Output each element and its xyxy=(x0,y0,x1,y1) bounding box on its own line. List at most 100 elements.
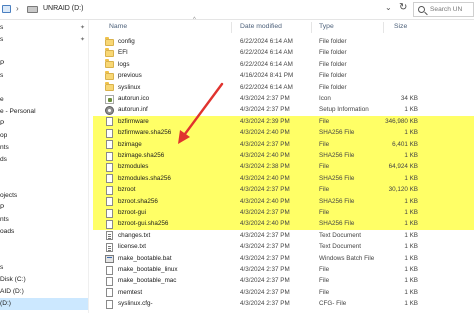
chevron-down-icon[interactable]: ⌄ xyxy=(385,3,392,12)
nav-item[interactable]: ds xyxy=(0,154,88,166)
nav-item-label: nts xyxy=(0,216,9,223)
file-size: 1 KB xyxy=(404,152,418,159)
pin-icon[interactable]: ✦ xyxy=(80,22,85,34)
file-row[interactable]: previous 4/16/2024 8:41 PM File folder xyxy=(93,70,474,81)
nav-item[interactable] xyxy=(0,46,88,58)
file-row[interactable]: bzmodules.sha256 4/3/2024 2:40 PM SHA256 F… xyxy=(93,172,474,185)
breadcrumb-path[interactable]: UNRAID (D:) xyxy=(43,5,83,12)
file-row[interactable]: license.txt 4/3/2024 2:37 PM Text Document… xyxy=(93,241,474,252)
file-type: File xyxy=(319,140,330,148)
file-row[interactable]: syslinux.cfg- 4/3/2024 2:37 PM CFG- File 1 … xyxy=(93,298,474,309)
file-size: 1 KB xyxy=(404,300,418,308)
file-date: 6/22/2024 6:14 AM xyxy=(240,83,293,91)
search-input[interactable]: Search UN xyxy=(413,2,474,17)
nav-item[interactable] xyxy=(0,238,88,250)
nav-item[interactable]: s ✦ xyxy=(0,34,88,46)
file-date: 4/3/2024 2:40 PM xyxy=(240,197,290,205)
nav-item[interactable]: e xyxy=(0,94,88,106)
nav-item[interactable]: e - Personal xyxy=(0,106,88,118)
nav-item-label: AID (D:) xyxy=(0,288,24,295)
nav-item-label: (D:) xyxy=(0,300,11,307)
file-row[interactable]: make_bootable_mac 4/3/2024 2:37 PM File 1 K… xyxy=(93,275,474,286)
column-size[interactable]: Size xyxy=(394,23,407,30)
address-bar[interactable]: › UNRAID (D:) ⌄ ↻ Search UN xyxy=(0,0,474,20)
file-row[interactable]: EFI 6/22/2024 6:14 AM File folder xyxy=(93,47,474,58)
file-date: 4/3/2024 2:37 PM xyxy=(240,231,290,239)
file-row[interactable]: bzmodules 4/3/2024 2:38 PM File 64,924 KB xyxy=(93,161,474,173)
file-row[interactable]: bzroot.sha256 4/3/2024 2:40 PM SHA256 File… xyxy=(93,195,474,207)
file-icon xyxy=(106,151,113,161)
file-row[interactable]: changes.txt 4/3/2024 2:37 PM Text Document… xyxy=(93,230,474,241)
column-type[interactable]: Type xyxy=(319,23,334,30)
file-type: CFG- File xyxy=(319,300,347,308)
file-icon xyxy=(106,265,113,275)
file-date: 4/3/2024 2:40 PM xyxy=(240,174,290,182)
column-date[interactable]: Date modified xyxy=(240,23,282,30)
file-name: bzroot.sha256 xyxy=(118,197,158,205)
nav-item[interactable]: (D:) xyxy=(0,298,88,310)
nav-item-label: nts xyxy=(0,144,9,151)
file-row[interactable]: logs 6/22/2024 6:14 AM File folder xyxy=(93,59,474,70)
folder-icon xyxy=(105,36,114,46)
file-row[interactable]: bzroot-gui 4/3/2024 2:37 PM File 1 KB xyxy=(93,207,474,219)
nav-item[interactable]: P xyxy=(0,58,88,70)
nav-item[interactable] xyxy=(0,178,88,190)
file-row[interactable]: config 6/22/2024 6:14 AM File folder xyxy=(93,36,474,47)
file-name: changes.txt xyxy=(118,231,151,239)
text-file-icon xyxy=(106,242,113,252)
file-row[interactable]: autorun.ico 4/3/2024 2:37 PM Icon 34 KB xyxy=(93,93,474,104)
file-row[interactable]: bzfirmware 4/3/2024 2:39 PM File 346,980 KB xyxy=(93,115,474,128)
file-icon xyxy=(106,140,113,150)
nav-item[interactable]: s ✦ xyxy=(0,22,88,34)
file-row[interactable]: memtest 4/3/2024 2:37 PM File 1 KB xyxy=(93,287,474,298)
this-pc-icon xyxy=(2,5,11,13)
file-date: 6/22/2024 6:14 AM xyxy=(240,49,293,57)
file-row[interactable]: bzimage 4/3/2024 2:37 PM File 6,401 KB xyxy=(93,138,474,150)
file-row[interactable]: make_bootable_linux 4/3/2024 2:37 PM File 1… xyxy=(93,264,474,275)
nav-item[interactable]: Disk (C:) xyxy=(0,274,88,286)
folder-icon xyxy=(105,70,114,80)
file-row[interactable]: autorun.inf 4/3/2024 2:37 PM Setup Informa… xyxy=(93,104,474,115)
file-name: make_bootable.bat xyxy=(118,254,172,262)
file-icon xyxy=(106,288,113,298)
file-row[interactable]: bzroot 4/3/2024 2:37 PM File 30,120 KB xyxy=(93,184,474,196)
column-name[interactable]: Name xyxy=(109,23,127,30)
refresh-icon[interactable]: ↻ xyxy=(399,2,407,13)
file-size: 34 KB xyxy=(400,95,418,102)
pin-icon[interactable]: ✦ xyxy=(80,34,85,46)
nav-item[interactable] xyxy=(0,250,88,262)
file-row[interactable]: bzfirmware.sha256 4/3/2024 2:40 PM SHA256 … xyxy=(93,127,474,139)
file-type: SHA256 File xyxy=(319,197,355,205)
nav-item[interactable]: ojects xyxy=(0,190,88,202)
file-size: 1 KB xyxy=(404,288,418,296)
file-icon xyxy=(106,162,113,172)
file-row[interactable]: make_bootable.bat 4/3/2024 2:37 PM Windows… xyxy=(93,253,474,264)
file-type: Windows Batch File xyxy=(319,254,375,262)
file-date: 4/3/2024 2:40 PM xyxy=(240,220,290,228)
nav-item[interactable]: nts xyxy=(0,214,88,226)
nav-item[interactable]: AID (D:) xyxy=(0,286,88,298)
file-name: logs xyxy=(118,60,130,68)
nav-item[interactable] xyxy=(0,82,88,94)
nav-item[interactable]: P xyxy=(0,202,88,214)
file-type: SHA256 File xyxy=(319,152,355,159)
file-row[interactable]: bzroot-gui.sha256 4/3/2024 2:40 PM SHA256 … xyxy=(93,218,474,230)
nav-item[interactable]: s xyxy=(0,262,88,274)
file-name: bzroot-gui.sha256 xyxy=(118,220,169,228)
file-row[interactable]: bzimage.sha256 4/3/2024 2:40 PM SHA256 Fil… xyxy=(93,150,474,162)
nav-item[interactable]: P xyxy=(0,118,88,130)
nav-item[interactable]: nts xyxy=(0,142,88,154)
sort-up-icon[interactable]: ^ xyxy=(193,17,196,23)
file-row[interactable]: syslinux 6/22/2024 6:14 AM File folder xyxy=(93,82,474,93)
file-type: File folder xyxy=(319,49,347,57)
nav-item[interactable]: op xyxy=(0,130,88,142)
nav-item[interactable] xyxy=(0,166,88,178)
file-name: bzroot xyxy=(118,186,136,194)
nav-item[interactable]: oads xyxy=(0,226,88,238)
file-type: File folder xyxy=(319,72,347,80)
file-type: SHA256 File xyxy=(319,220,355,228)
file-type: Text Document xyxy=(319,243,361,251)
file-size: 1 KB xyxy=(404,129,418,137)
file-icon xyxy=(106,185,113,195)
nav-item[interactable]: s xyxy=(0,70,88,82)
